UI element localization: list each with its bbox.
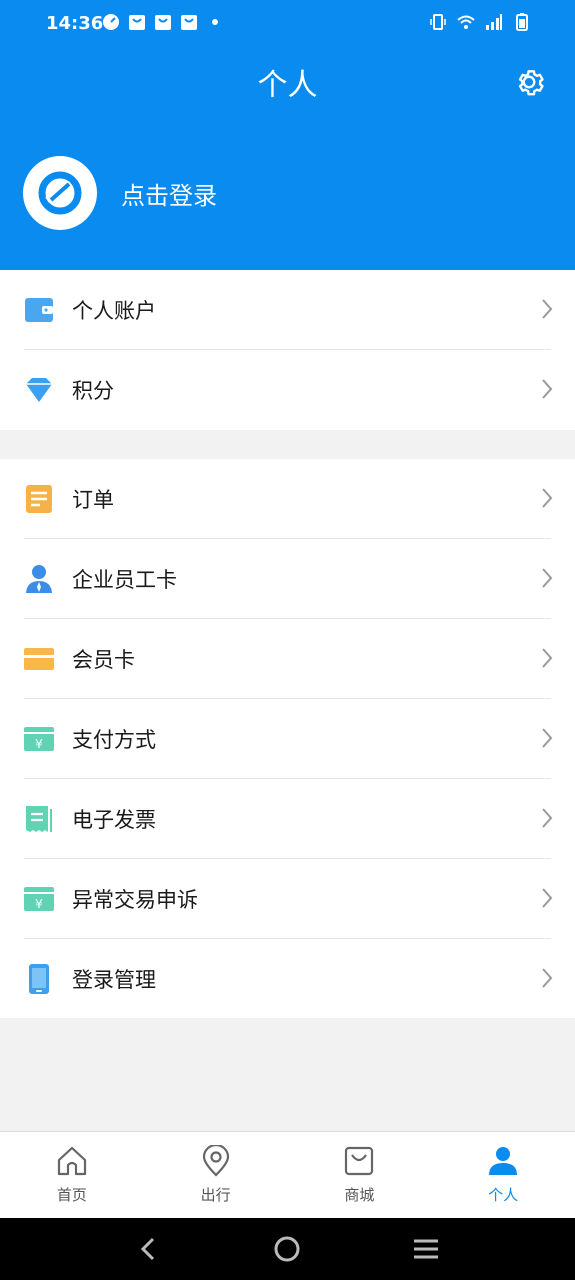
menu-item-orders[interactable]: 订单 [0, 459, 575, 539]
svg-text:¥: ¥ [35, 897, 43, 911]
tab-label: 出行 [200, 1186, 231, 1204]
nav-home-button[interactable] [267, 1229, 307, 1269]
menu-item-points[interactable]: 积分 [0, 350, 575, 430]
svg-text:¥: ¥ [35, 737, 43, 751]
tab-label: 个人 [488, 1186, 519, 1204]
chevron-right-icon [542, 568, 553, 588]
menu-item-label: 支付方式 [72, 728, 156, 752]
menu-item-label: 企业员工卡 [72, 568, 177, 592]
menu-item-label: 异常交易申诉 [72, 888, 198, 912]
chevron-right-icon [542, 379, 553, 399]
status-time: 14:36 [46, 13, 104, 34]
menu-item-label: 积分 [72, 379, 114, 403]
app-logo-icon [38, 171, 82, 215]
tab-travel[interactable]: 出行 [144, 1132, 288, 1218]
gear-icon [518, 70, 544, 96]
tab-mall[interactable]: 商城 [288, 1132, 432, 1218]
login-row[interactable]: 点击登录 [23, 156, 217, 230]
menu-group-services: 订单 企业员工卡 会员卡 ¥ 支付方式 电子发票 ¥ 异常交易申诉 登录管理 [0, 459, 575, 1018]
shopping-bag-icon [155, 15, 171, 30]
home-circle-icon [274, 1236, 300, 1262]
home-icon [57, 1146, 86, 1176]
settings-button[interactable] [509, 62, 549, 102]
menu-item-login-management[interactable]: 登录管理 [0, 939, 575, 1019]
back-icon [141, 1237, 155, 1261]
menu-item-label: 会员卡 [72, 648, 135, 672]
order-list-icon [26, 485, 52, 513]
member-card-icon [24, 648, 54, 670]
login-prompt[interactable]: 点击登录 [121, 176, 217, 211]
tab-home[interactable]: 首页 [0, 1132, 144, 1218]
chevron-right-icon [542, 648, 553, 668]
nav-menu-button[interactable] [406, 1229, 446, 1269]
menu-icon [413, 1239, 438, 1259]
shopping-bag-icon [181, 15, 197, 30]
tab-personal[interactable]: 个人 [431, 1132, 575, 1218]
speed-dial-icon [103, 14, 119, 30]
battery-icon [516, 13, 528, 31]
header: 14:36 个人 点击登录 [0, 0, 575, 270]
tab-label: 首页 [56, 1186, 87, 1204]
menu-item-transaction-appeal[interactable]: ¥ 异常交易申诉 [0, 859, 575, 939]
nav-back-button[interactable] [129, 1229, 169, 1269]
chevron-right-icon [542, 728, 553, 748]
shopping-bag-icon [129, 15, 145, 30]
phone-icon [29, 964, 49, 994]
employee-icon [26, 565, 52, 593]
chevron-right-icon [542, 808, 553, 828]
vibrate-icon [430, 14, 446, 30]
menu-item-label: 登录管理 [72, 968, 156, 992]
tab-label: 商城 [344, 1186, 375, 1204]
menu-item-label: 订单 [72, 488, 114, 512]
diamond-icon [26, 378, 52, 402]
invoice-icon [26, 806, 52, 832]
payment-icon: ¥ [24, 887, 54, 911]
menu-item-payment-methods[interactable]: ¥ 支付方式 [0, 699, 575, 779]
location-pin-icon [202, 1145, 229, 1177]
person-icon [489, 1147, 518, 1175]
chevron-right-icon [542, 488, 553, 508]
menu-item-e-invoice[interactable]: 电子发票 [0, 779, 575, 859]
dot-icon [212, 19, 218, 25]
page-title: 个人 [257, 68, 318, 103]
payment-icon: ¥ [24, 727, 54, 751]
menu-item-label: 个人账户 [72, 299, 156, 323]
menu-item-personal-account[interactable]: 个人账户 [0, 270, 575, 350]
chevron-right-icon [542, 968, 553, 988]
chevron-right-icon [542, 299, 553, 319]
menu-group-account: 个人账户 积分 [0, 270, 575, 430]
chevron-right-icon [542, 888, 553, 908]
status-right-icons [429, 13, 531, 31]
status-left-icons [102, 13, 224, 31]
avatar[interactable] [23, 156, 97, 230]
shopping-bag-icon [345, 1146, 374, 1176]
menu-item-member-card[interactable]: 会员卡 [0, 619, 575, 699]
bottom-tab-bar: 首页 出行 商城 个人 [0, 1131, 575, 1218]
status-bar: 14:36 [0, 0, 575, 48]
system-nav-bar [0, 1218, 575, 1280]
menu-item-label: 电子发票 [72, 808, 156, 832]
wifi-icon [457, 15, 475, 29]
menu-item-employee-card[interactable]: 企业员工卡 [0, 539, 575, 619]
signal-icon [486, 14, 502, 30]
wallet-icon [25, 298, 53, 322]
